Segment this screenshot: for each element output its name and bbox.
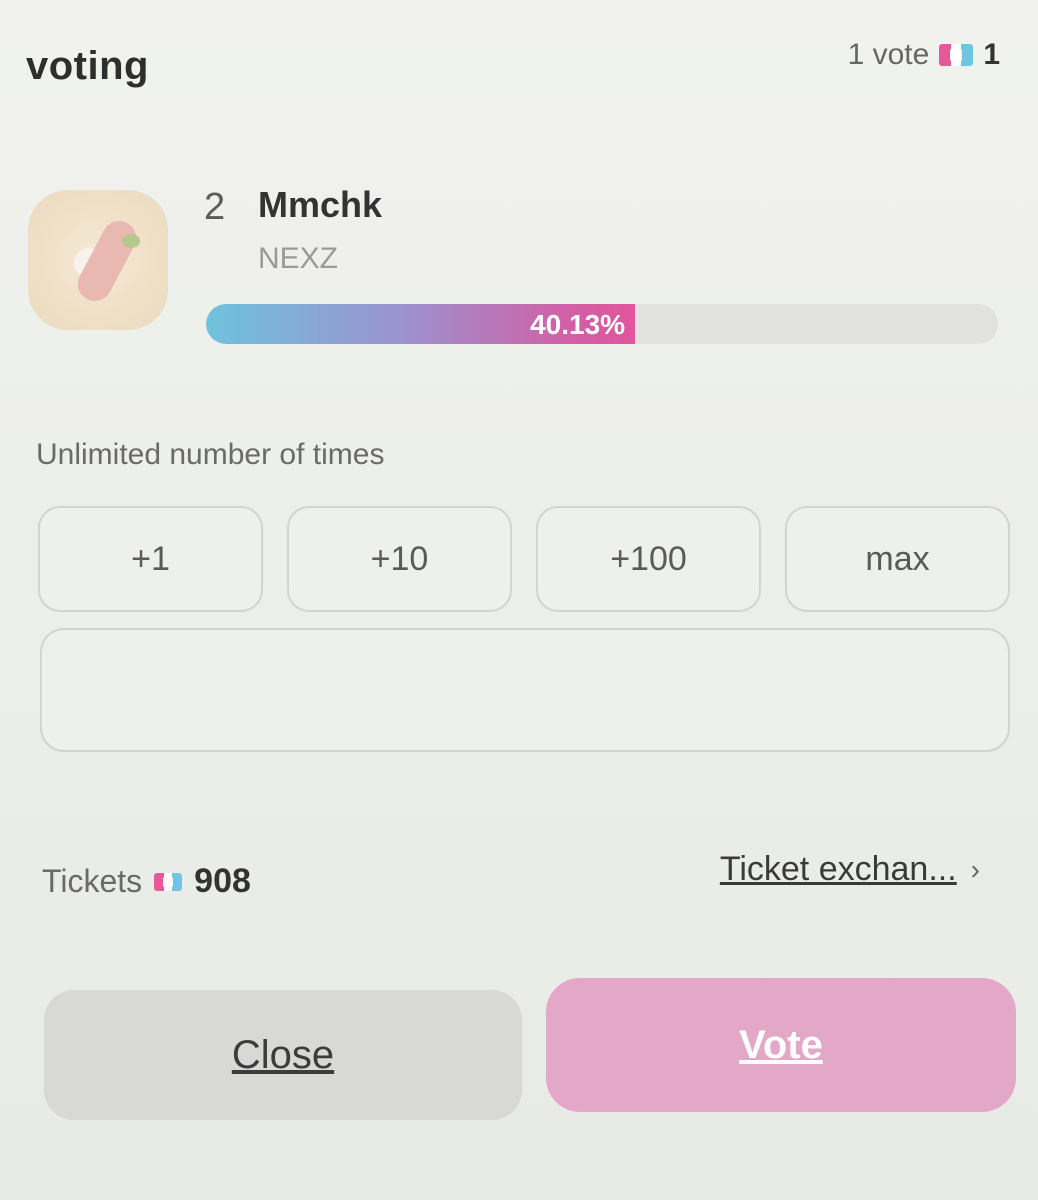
ticket-icon [154,872,183,891]
tickets-label: Tickets [42,863,143,899]
vote-cost-value: 1 [983,38,1000,71]
ticket-exchange-link[interactable]: Ticket exchan... › [720,850,980,889]
candidate-name: Mmchk [258,184,383,225]
tickets-count: 908 [194,862,251,900]
voting-sheet: voting 1 vote 1 2 Mmchk NEXZ 40.13% Unli… [0,0,1038,1200]
add-1-button[interactable]: +1 [38,506,263,612]
vote-progress-bar: 40.13% [206,304,998,344]
vote-limit-text: Unlimited number of times [36,438,385,471]
vote-cost-label: 1 vote [847,38,930,71]
add-100-button[interactable]: +100 [536,506,761,612]
vote-button[interactable]: Vote [546,978,1016,1112]
ticket-balance: Tickets 908 [42,862,251,901]
candidate-group: NEXZ [258,242,339,275]
close-button[interactable]: Close [44,990,522,1120]
ticket-icon [939,44,974,66]
chevron-right-icon: › [970,853,980,885]
vote-cost: 1 vote 1 [848,38,1000,72]
max-button[interactable]: max [785,506,1010,612]
avatar [28,190,168,330]
add-10-button[interactable]: +10 [287,506,512,612]
vote-progress-fill: 40.13% [206,304,636,344]
vote-step-buttons: +1 +10 +100 max [38,506,1010,612]
vote-percent: 40.13% [530,309,626,340]
page-title: voting [26,44,149,88]
candidate-rank: 2 [204,186,226,228]
vote-quantity-input[interactable] [40,628,1010,752]
ticket-exchange-label[interactable]: Ticket exchan... [720,850,957,889]
